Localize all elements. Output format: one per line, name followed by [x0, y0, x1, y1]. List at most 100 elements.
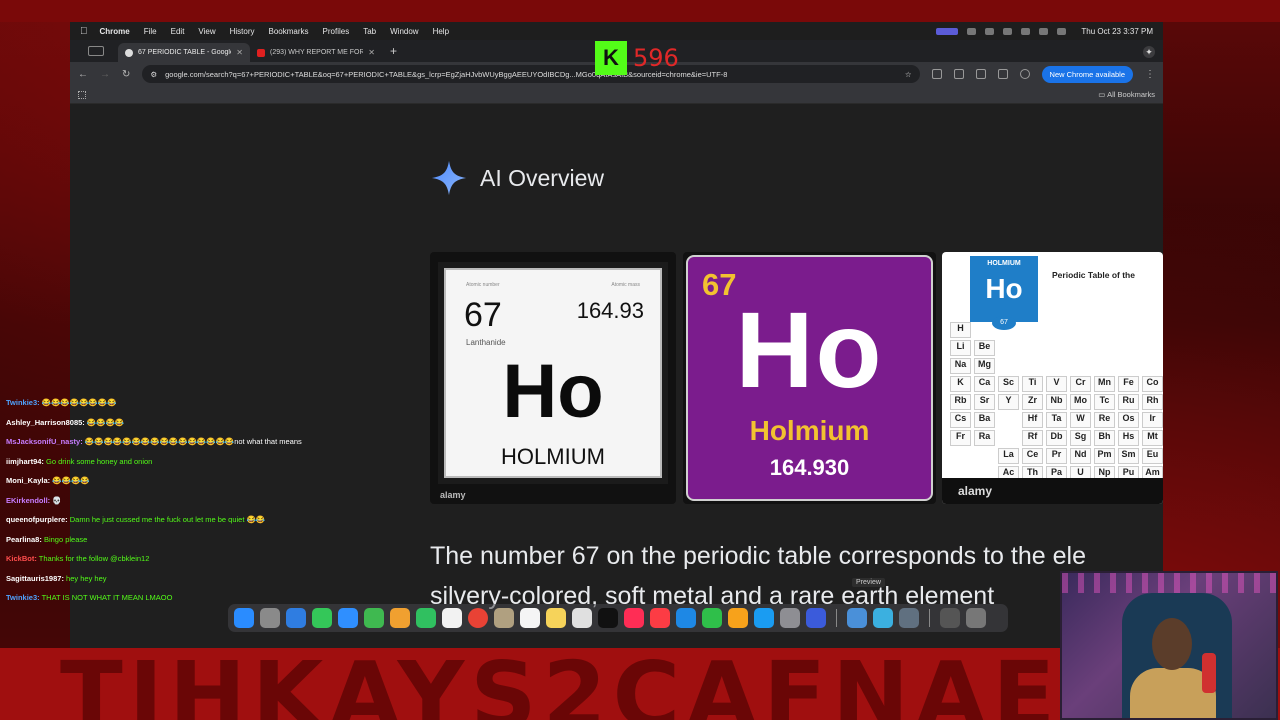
obs-icon[interactable] [806, 608, 826, 628]
control-center-icon[interactable] [1057, 27, 1067, 35]
app-icon[interactable] [873, 608, 893, 628]
tab-periodic-table[interactable]: 67 PERIODIC TABLE - Google ✕ [118, 43, 250, 62]
menu-edit[interactable]: Edit [171, 27, 185, 36]
apps-grid-icon[interactable] [78, 90, 86, 99]
menu-app-name[interactable]: Chrome [100, 27, 130, 36]
menu-profiles[interactable]: Profiles [323, 27, 350, 36]
periodic-cell: Fr [950, 430, 971, 446]
chat-username[interactable]: Pearlina8: [6, 535, 42, 544]
menu-window[interactable]: Window [390, 27, 418, 36]
extension-icon[interactable] [931, 69, 942, 79]
chat-username[interactable]: Ashley_Harrison8085: [6, 418, 85, 427]
app-store-icon[interactable] [754, 608, 774, 628]
extension-icon[interactable] [953, 69, 964, 79]
notes-icon[interactable] [546, 608, 566, 628]
chat-username[interactable]: iimjhart94: [6, 457, 44, 466]
extension-icon[interactable] [975, 69, 986, 79]
chat-text: 😂😂😂😂😂😂😂😂😂😂😂😂😂😂😂😂not what that means [84, 437, 302, 446]
close-tab-icon[interactable]: ✕ [236, 48, 243, 57]
menu-history[interactable]: History [230, 27, 255, 36]
facetime-icon[interactable] [416, 608, 436, 628]
periodic-cell [1022, 340, 1043, 356]
tab-search-icon[interactable]: ✦ [1143, 46, 1155, 58]
periodic-cell: Mn [1094, 376, 1115, 392]
reminders-icon[interactable] [520, 608, 540, 628]
downloads-icon[interactable] [940, 608, 960, 628]
chat-text: 😂😂😂😂😂😂😂😂 [41, 398, 117, 407]
more-menu-icon[interactable]: ⋮ [1145, 69, 1155, 80]
tv-icon[interactable] [598, 608, 618, 628]
chat-message: Moni_Kayla: 😂😂😂😂 [6, 476, 306, 486]
new-tab-button[interactable]: + [390, 44, 397, 58]
mail-icon[interactable] [338, 608, 358, 628]
periodic-cell: Ba [974, 412, 995, 428]
chat-message: MsJacksonifU_nasty: 😂😂😂😂😂😂😂😂😂😂😂😂😂😂😂😂not … [6, 437, 306, 447]
app-icon[interactable] [847, 608, 867, 628]
status-icon[interactable] [1003, 27, 1013, 35]
menu-view[interactable]: View [198, 27, 215, 36]
tab-youtube[interactable]: (293) WHY REPORT ME FOR ✕ [250, 43, 382, 62]
chat-username[interactable]: EKirkendoll: [6, 496, 50, 505]
chat-username[interactable]: Moni_Kayla: [6, 476, 50, 485]
chat-username[interactable]: Twinkie3: [6, 398, 40, 407]
menu-clock[interactable]: Thu Oct 23 3:37 PM [1081, 27, 1153, 36]
menu-status-area: Thu Oct 23 3:37 PM [936, 27, 1153, 36]
photos-icon[interactable] [390, 608, 410, 628]
chrome-update-button[interactable]: New Chrome available [1041, 65, 1133, 83]
messages-icon[interactable] [312, 608, 332, 628]
periodic-cell: Y [998, 394, 1019, 410]
chat-username[interactable]: MsJacksonifU_nasty: [6, 437, 83, 446]
contacts-icon[interactable] [494, 608, 514, 628]
maps-icon[interactable] [364, 608, 384, 628]
chat-message: Pearlina8: Bingo please [6, 535, 306, 545]
all-bookmarks-folder[interactable]: ▭ All Bookmarks [1098, 90, 1155, 99]
status-icon[interactable] [985, 27, 995, 35]
image-result-holmium-tile-bw[interactable]: Atomic number Atomic mass 67 164.93 Lant… [430, 252, 676, 504]
periodic-cell [1070, 322, 1091, 338]
periodic-cell [1118, 340, 1139, 356]
calendar-icon[interactable] [442, 608, 462, 628]
app-icon[interactable] [899, 608, 919, 628]
news-icon[interactable] [624, 608, 644, 628]
screen-record-icon[interactable] [936, 27, 959, 35]
image-result-holmium-tile-purple[interactable]: 67 Ho Holmium 164.930 [683, 252, 936, 504]
chat-username[interactable]: KickBot: [6, 554, 37, 563]
chat-username[interactable]: Twinkie3: [6, 593, 40, 602]
freeform-icon[interactable] [572, 608, 592, 628]
menu-help[interactable]: Help [433, 27, 449, 36]
settings-icon[interactable] [780, 608, 800, 628]
ai-overview-header: AI Overview [430, 159, 604, 197]
chrome-icon[interactable] [468, 608, 488, 628]
tab-sidebar-icon[interactable] [88, 46, 104, 56]
numbers-icon[interactable] [702, 608, 722, 628]
reload-icon[interactable]: ↻ [122, 69, 130, 80]
search-icon[interactable] [1039, 27, 1049, 35]
back-icon[interactable]: ← [78, 69, 88, 80]
keynote-icon[interactable] [676, 608, 696, 628]
periodic-cell: Rh [1142, 394, 1163, 410]
apple-icon[interactable]:  [80, 26, 88, 37]
image-footer: alamy [942, 478, 1163, 504]
trash-icon[interactable] [966, 608, 986, 628]
status-icon[interactable] [967, 27, 977, 35]
image-result-periodic-table[interactable]: HOLMIUM Ho 67 Periodic Table of the H Li B… [942, 252, 1163, 504]
address-bar[interactable]: ⚙ google.com/search?q=67+PERIODIC+TABLE&… [142, 65, 920, 83]
menu-tab[interactable]: Tab [363, 27, 376, 36]
bookmark-star-icon[interactable]: ☆ [905, 70, 912, 79]
menu-bookmarks[interactable]: Bookmarks [269, 27, 309, 36]
extension-icon[interactable] [997, 69, 1008, 79]
alamy-watermark: alamy [958, 484, 993, 498]
menu-file[interactable]: File [144, 27, 157, 36]
wifi-icon[interactable] [1021, 27, 1031, 35]
chat-message: KickBot: Thanks for the follow @cbklein1… [6, 554, 306, 564]
music-icon[interactable] [650, 608, 670, 628]
profile-icon[interactable] [1019, 69, 1030, 79]
chat-username[interactable]: queenofpurplere: [6, 515, 68, 524]
close-tab-icon[interactable]: ✕ [368, 48, 375, 57]
periodic-cell: Mt [1142, 430, 1163, 446]
chat-username[interactable]: Sagittauris1987: [6, 574, 64, 583]
forward-icon[interactable]: → [100, 69, 110, 80]
pages-icon[interactable] [728, 608, 748, 628]
periodic-cell: Zr [1022, 394, 1043, 410]
site-info-icon[interactable]: ⚙ [150, 70, 157, 79]
